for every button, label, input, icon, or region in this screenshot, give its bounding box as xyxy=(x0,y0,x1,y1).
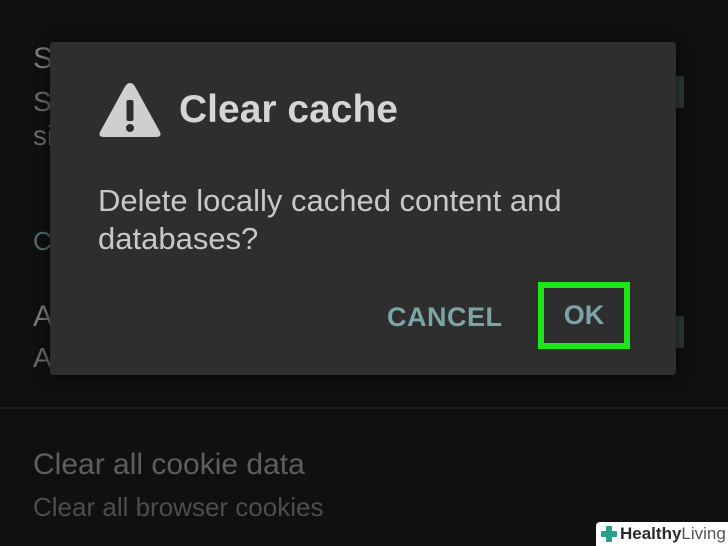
clear-cookie-title[interactable]: Clear all cookie data xyxy=(33,448,305,482)
watermark-text-living: Living xyxy=(681,524,726,543)
divider xyxy=(0,407,728,409)
section-header-fragment: C xyxy=(33,226,52,256)
dialog-title: Clear cache xyxy=(179,88,398,131)
watermark-text-healthy: Healthy xyxy=(620,524,682,543)
clear-cookie-subtitle: Clear all browser cookies xyxy=(33,492,324,522)
dialog-header: Clear cache xyxy=(98,80,398,140)
ok-button[interactable]: OK xyxy=(564,300,605,331)
dialog-message: Delete locally cached content and databa… xyxy=(98,183,562,256)
ok-button-highlight: OK xyxy=(538,282,630,349)
warning-icon xyxy=(99,83,161,137)
cancel-button[interactable]: CANCEL xyxy=(387,302,503,333)
setting-subtitle-fragment: A xyxy=(33,342,52,373)
clear-cache-dialog: Clear cache Delete locally cached conten… xyxy=(50,42,676,375)
plus-icon xyxy=(601,526,617,542)
watermark: Healthy Living xyxy=(596,522,728,546)
setting-subtitle-fragment: S xyxy=(33,86,52,117)
